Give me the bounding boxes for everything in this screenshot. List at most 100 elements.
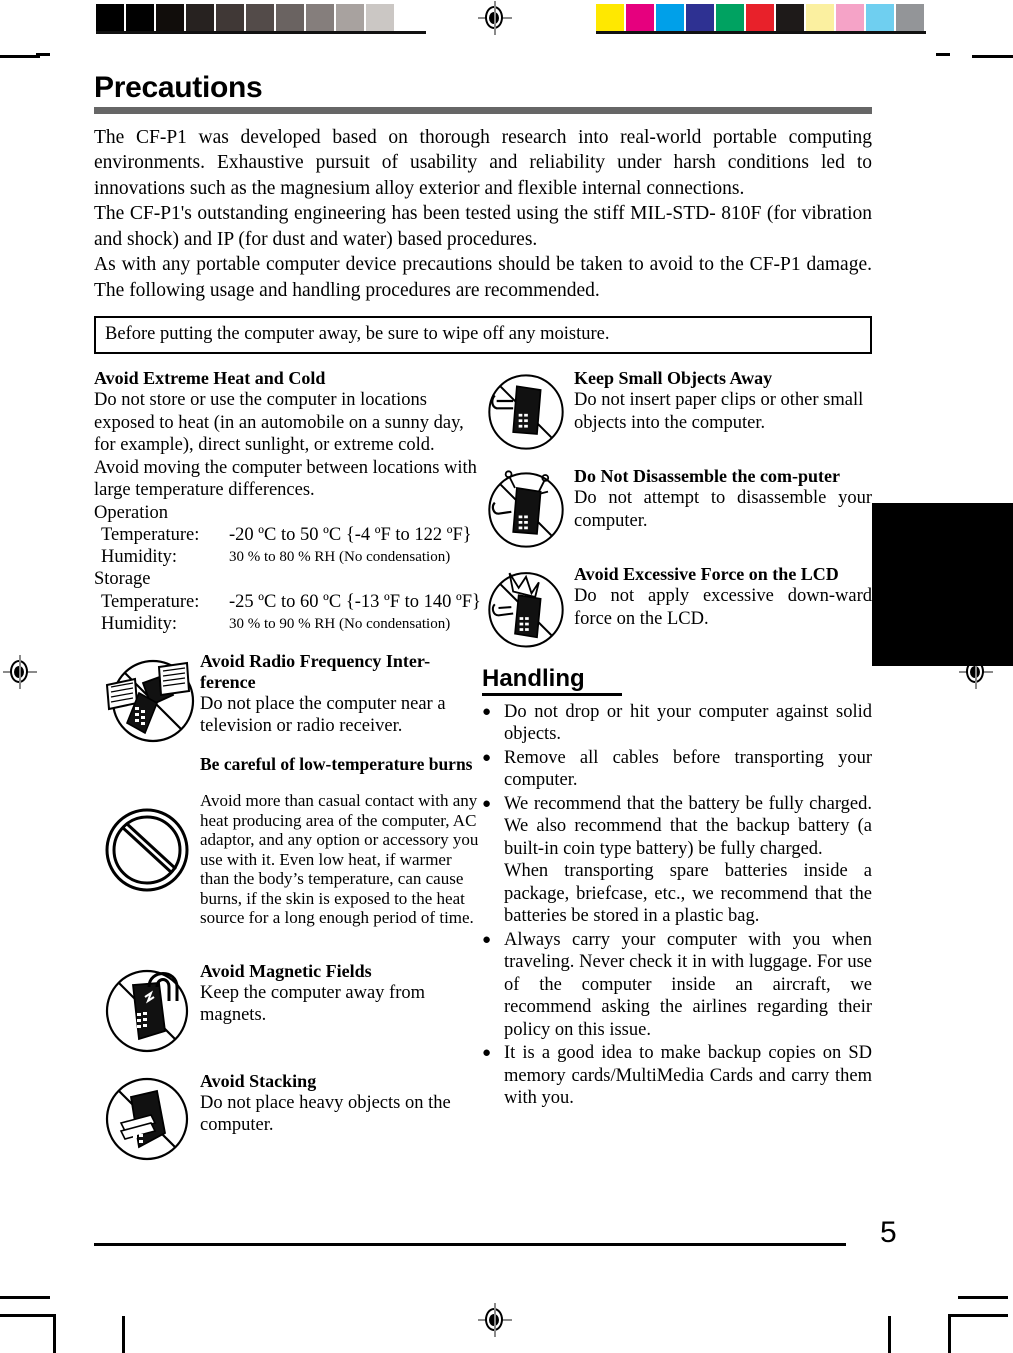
handling-underline-rule — [482, 693, 622, 696]
low-temperature-burns-item: Be careful of low-temperature burns Avoi… — [94, 753, 482, 945]
intro-paragraph-2: The CF-P1's outstanding engineering has … — [94, 203, 872, 250]
heat-cold-body-2: Avoid moving the computer between locati… — [94, 457, 477, 501]
heat-cold-body-1: Do not store or use the computer in loca… — [94, 390, 464, 455]
operation-label: Operation — [94, 502, 168, 523]
list-item: ● Always carry your computer with you wh… — [482, 929, 872, 1042]
rf-interference-body: Do not place the computer near a televis… — [200, 693, 446, 737]
disassemble-heading: Do Not Disassemble the com-puter — [574, 466, 840, 486]
two-column-body: Avoid Extreme Heat and Cold Do not store… — [94, 368, 872, 1167]
title-underline-rule — [94, 106, 872, 114]
crop-mark-bottom-right-corner-v — [948, 1314, 951, 1353]
handling-bullet-1: Do not drop or hit your computer against… — [504, 701, 872, 745]
color-swatch-4 — [716, 4, 746, 31]
magnetic-fields-heading: Avoid Magnetic Fields — [200, 960, 372, 981]
no-stacking-icon — [94, 1071, 200, 1167]
grayscale-swatch-9 — [366, 4, 396, 31]
grayscale-swatch-2 — [156, 4, 186, 31]
crop-mark-top-left-h — [0, 55, 40, 58]
crop-mark-top-right-h2 — [936, 53, 950, 56]
right-column: Keep Small Objects Away Do not insert pa… — [482, 368, 872, 1167]
handling-bullet-4: Always carry your computer with you when… — [504, 929, 872, 1040]
operation-temperature-value: -20 ºC to 50 ºC {-4 ºF to 122 ºF} — [229, 525, 472, 545]
no-disassemble-icon — [482, 466, 574, 554]
handling-heading: Handling — [482, 665, 585, 692]
no-radio-frequency-icon — [94, 651, 200, 743]
grayscale-swatch-5 — [246, 4, 276, 31]
grayscale-swatch-4 — [216, 4, 246, 31]
low-temperature-burns-heading: Be careful of low-temperature burns — [200, 753, 473, 774]
lcd-force-body: Do not apply excessive down-ward force o… — [574, 586, 872, 629]
prohibition-circle-icon — [94, 755, 200, 945]
avoid-stacking-text: Avoid Stacking Do not place heavy object… — [200, 1071, 482, 1167]
handling-section: Handling ● Do not drop or hit your compu… — [482, 665, 872, 1110]
disassemble-body: Do not attempt to disassemble your compu… — [574, 488, 872, 531]
magnetic-fields-text: Avoid Magnetic Fields Keep the computer … — [200, 961, 482, 1057]
grayscale-swatch-10 — [396, 4, 426, 31]
page-title: Precautions — [94, 71, 263, 104]
avoid-stacking-body: Do not place heavy objects on the comput… — [200, 1092, 451, 1136]
small-objects-heading: Keep Small Objects Away — [574, 368, 773, 388]
storage-temperature-value: -25 ºC to 60 ºC {-13 ºF to 140 ºF} — [229, 591, 481, 612]
operation-temperature-row: Temperature: -20 ºC to 50 ºC {-4 ºF to 1… — [94, 524, 482, 546]
no-lcd-force-icon — [482, 564, 574, 652]
crop-mark-bottom-left-corner-h — [0, 1314, 56, 1317]
small-objects-body: Do not insert paper clips or other small… — [574, 390, 864, 433]
storage-humidity-value: 30 % to 90 % RH (No condensation) — [229, 615, 451, 632]
handling-bullet-list: ● Do not drop or hit your computer again… — [482, 701, 872, 1110]
grayscale-calibration-strip — [96, 4, 426, 34]
registration-target-left — [3, 655, 37, 689]
list-item: ● Do not drop or hit your computer again… — [482, 701, 872, 746]
color-swatch-9 — [866, 4, 896, 31]
rf-interference-heading: Avoid Radio Frequency Inter-ference — [200, 650, 431, 692]
grayscale-swatch-3 — [186, 4, 216, 31]
grayscale-swatch-8 — [336, 4, 366, 31]
heat-cold-heading: Avoid Extreme Heat and Cold — [94, 368, 326, 388]
avoid-stacking-heading: Avoid Stacking — [200, 1070, 317, 1091]
grayscale-swatch-6 — [276, 4, 306, 31]
bullet-glyph: ● — [482, 795, 492, 812]
avoid-stacking-item: Avoid Stacking Do not place heavy object… — [94, 1071, 482, 1167]
lcd-force-item: Avoid Excessive Force on the LCD Do not … — [482, 564, 872, 652]
handling-bullet-2: Remove all cables before transporting yo… — [504, 747, 872, 791]
crop-mark-bottom-right-v — [888, 1316, 891, 1353]
low-temperature-burns-text: Be careful of low-temperature burns Avoi… — [200, 753, 482, 945]
color-swatch-2 — [656, 4, 686, 31]
intro-paragraph-1: The CF-P1 was developed based on thoroug… — [94, 126, 872, 199]
storage-label: Storage — [94, 569, 151, 589]
color-swatch-1 — [626, 4, 656, 31]
registration-target-bottom — [478, 1303, 512, 1337]
small-objects-item: Keep Small Objects Away Do not insert pa… — [482, 368, 872, 456]
intro-block: The CF-P1 was developed based on thoroug… — [94, 125, 872, 304]
registration-target-top — [478, 1, 512, 35]
moisture-notice-text: Before putting the computer away, be sur… — [105, 324, 610, 344]
crop-mark-top-right-h — [972, 55, 1013, 58]
crop-mark-bottom-left-h — [0, 1296, 50, 1299]
color-swatch-3 — [686, 4, 716, 31]
color-swatch-10 — [896, 4, 926, 31]
color-swatch-0 — [596, 4, 626, 31]
page-number: 5 — [880, 1216, 897, 1249]
storage-humidity-key: Humidity: — [101, 613, 178, 634]
grayscale-swatch-1 — [126, 4, 156, 31]
crop-mark-bottom-right-corner-h — [948, 1314, 1008, 1317]
no-small-objects-icon — [482, 368, 574, 456]
moisture-notice-box: Before putting the computer away, be sur… — [94, 316, 872, 354]
handling-bullet-5: It is a good idea to make backup copies … — [504, 1043, 872, 1109]
grayscale-swatch-0 — [96, 4, 126, 31]
disassemble-item: Do Not Disassemble the com-puter Do not … — [482, 466, 872, 554]
left-column: Avoid Extreme Heat and Cold Do not store… — [94, 368, 482, 1167]
crop-mark-bottom-right-h — [958, 1296, 1008, 1299]
storage-temperature-key: Temperature: — [101, 591, 200, 612]
magnetic-fields-body: Keep the computer away from magnets. — [200, 982, 425, 1026]
footer-rule — [94, 1243, 846, 1246]
no-magnet-icon — [94, 961, 200, 1057]
operation-temperature-key: Temperature: — [101, 525, 200, 545]
crop-mark-bottom-left-v — [122, 1316, 125, 1353]
grayscale-swatch-7 — [306, 4, 336, 31]
color-swatch-8 — [836, 4, 866, 31]
bullet-glyph: ● — [482, 749, 492, 766]
small-objects-text: Keep Small Objects Away Do not insert pa… — [574, 368, 872, 456]
storage-temperature-row: Temperature: -25 ºC to 60 ºC {-13 ºF to … — [94, 591, 482, 613]
bullet-glyph: ● — [482, 931, 492, 948]
list-item: ● We recommend that the battery be fully… — [482, 793, 872, 928]
